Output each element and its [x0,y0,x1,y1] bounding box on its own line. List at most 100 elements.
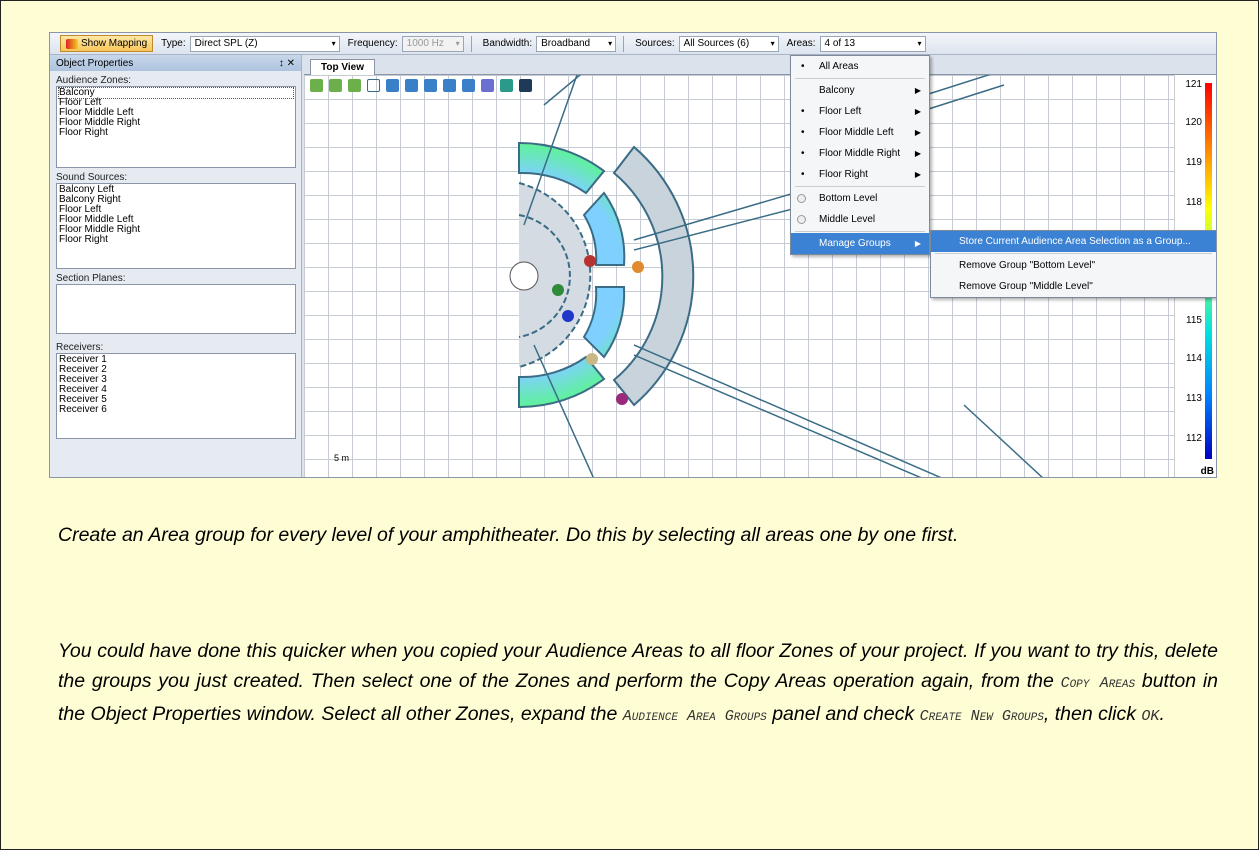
receivers-label: Receivers: [56,342,104,353]
scale-label: 5 m [334,453,350,463]
menu-item-remove-middle-level[interactable]: Remove Group "Middle Level" [931,276,1216,297]
menu-item-label: Floor Middle Right [819,148,901,159]
instruction-text: panel and check [766,703,920,725]
sources-value: All Sources (6) [683,38,750,49]
menu-item-manage-groups[interactable]: Manage Groups ▶ [791,233,929,254]
sources-select[interactable]: All Sources (6) ▾ [678,35,779,52]
floor-middle-left-area [582,286,626,359]
menu-separator [795,231,925,232]
menu-item-label: Store Current Audience Area Selection as… [959,236,1191,247]
frequency-value: 1000 Hz [406,38,444,49]
menu-item-store-group[interactable]: Store Current Audience Area Selection as… [931,231,1216,252]
sound-sources-label: Sound Sources: [56,172,128,183]
scale-tick: 112 [1186,433,1202,444]
bullet-icon: • [801,127,805,138]
menu-item-label: Middle Level [819,214,876,225]
type-select[interactable]: Direct SPL (Z) ▾ [189,35,340,52]
floor-middle-right-area [582,191,626,266]
menu-item-floor-middle-right[interactable]: • Floor Middle Right ▶ [791,143,929,164]
instruction-text: Create an Area group for every level of … [58,524,959,546]
scale-bar: 5 m [334,453,349,463]
menu-item-floor-middle-left[interactable]: • Floor Middle Left ▶ [791,122,929,143]
source-marker-5 [616,393,628,405]
scale-tick: 113 [1186,393,1202,404]
source-marker-3 [584,255,596,267]
submenu-arrow-icon: ▶ [914,107,921,116]
instruction-text: . [1159,703,1165,725]
frequency-label: Frequency: [347,38,398,49]
list-item[interactable]: Floor Right [59,128,293,138]
audience-area-groups-term: Audience Area Groups [622,708,767,725]
bandwidth-select[interactable]: Broadband ▾ [536,35,617,52]
instruction-paragraph-1: Create an Area group for every level of … [58,520,1218,550]
copy-areas-term: Copy Areas [1060,675,1136,692]
arc-icon[interactable] [405,79,418,92]
zoom-out-icon[interactable] [329,79,342,92]
instruction-text: , then click [1043,703,1142,725]
toolbar-divider [623,35,625,52]
trapezoid-icon[interactable] [443,79,456,92]
source-marker-2 [552,284,564,296]
mapping-icon [66,38,78,49]
menu-item-label: Remove Group "Middle Level" [959,281,1093,292]
frequency-select[interactable]: 1000 Hz ▾ [401,35,464,52]
sector-icon[interactable] [424,79,437,92]
areas-select[interactable]: 4 of 13 ▾ [819,35,926,52]
menu-item-label: Manage Groups [819,238,891,249]
menu-item-label: Balcony [819,85,855,96]
sound-sources-list[interactable]: Balcony Left Balcony Right Floor Left Fl… [56,183,296,269]
object-properties-header: Object Properties ↕ ✕ [50,55,301,71]
audience-zones-list[interactable]: Balcony Floor Left Floor Middle Left Flo… [56,86,296,168]
menu-separator [795,78,925,79]
menu-separator [795,186,925,187]
radio-icon [797,194,806,203]
bandwidth-value: Broadband [541,38,591,49]
menu-item-bottom-level[interactable]: Bottom Level [791,188,929,209]
source-marker-4 [586,353,598,365]
receivers-list[interactable]: Receiver 1 Receiver 2 Receiver 3 Receive… [56,353,296,439]
tab-top-view[interactable]: Top View [310,59,375,75]
zoom-fit-icon[interactable] [348,79,361,92]
object-properties-panel: Object Properties ↕ ✕ Audience Zones: Ba… [50,55,302,477]
pin-close-icon[interactable]: ↕ ✕ [279,58,295,69]
list-item[interactable]: Receiver 6 [59,405,293,415]
show-mapping-button[interactable]: Show Mapping [60,35,154,52]
scale-tick: 115 [1186,315,1202,326]
select-icon[interactable] [367,79,380,92]
menu-item-all-areas[interactable]: • All Areas [791,56,929,77]
submenu-arrow-icon: ▶ [914,128,921,137]
menu-item-label: Floor Left [819,106,862,117]
measure-icon[interactable] [500,79,513,92]
chevron-down-icon: ▾ [917,38,922,48]
menu-item-label: Bottom Level [819,193,878,204]
rectangle-icon[interactable] [386,79,399,92]
floor-left-area [518,141,606,195]
app-screenshot: Show Mapping Type: Direct SPL (Z) ▾ Freq… [49,32,1217,478]
menu-item-floor-left[interactable]: • Floor Left ▶ [791,101,929,122]
polygon-icon[interactable] [462,79,475,92]
scale-tick: 114 [1186,353,1202,364]
zoom-in-icon[interactable] [310,79,323,92]
speaker-icon[interactable] [519,79,532,92]
menu-item-floor-right[interactable]: • Floor Right ▶ [791,164,929,185]
menu-item-label: Remove Group "Bottom Level" [959,260,1096,271]
instruction-paragraph-2: You could have done this quicker when yo… [58,636,1218,732]
chevron-down-icon: ▾ [455,38,460,48]
audience-zones-label: Audience Zones: [56,75,132,86]
menu-item-middle-level[interactable]: Middle Level [791,209,929,230]
chevron-down-icon: ▾ [331,38,336,48]
type-label: Type: [161,38,186,49]
receiver-icon[interactable] [481,79,494,92]
list-item[interactable]: Floor Right [59,235,293,245]
menu-item-label: All Areas [819,61,859,72]
scale-tick: 118 [1186,197,1202,208]
areas-label: Areas: [786,38,816,49]
bandwidth-label: Bandwidth: [482,38,533,49]
submenu-arrow-icon: ▶ [914,149,921,158]
section-planes-list[interactable] [56,284,296,334]
menu-item-balcony[interactable]: Balcony ▶ [791,80,929,101]
menu-item-label: Floor Right [819,169,868,180]
areas-value: 4 of 13 [824,38,856,49]
menu-item-remove-bottom-level[interactable]: Remove Group "Bottom Level" [931,255,1216,276]
instruction-text: You could have done this quicker when yo… [58,640,1218,692]
